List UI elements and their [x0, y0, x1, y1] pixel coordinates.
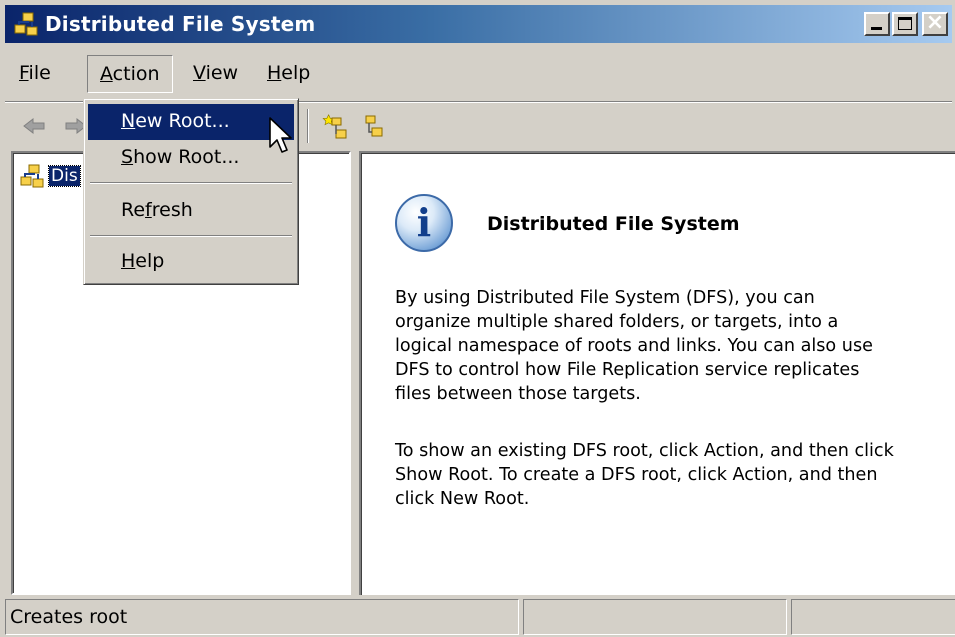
menu-item-refresh[interactable]: Refresh	[88, 193, 294, 229]
dfs-app-icon	[13, 11, 39, 37]
status-text: Creates root	[5, 599, 519, 635]
menu-file-mnemonic: F	[19, 62, 29, 84]
minimize-icon	[871, 27, 882, 30]
dfs-window: Distributed File System × File Action Vi…	[0, 0, 955, 637]
menu-action-label: ction	[112, 63, 160, 85]
close-icon: ×	[925, 10, 945, 35]
tree-root-node[interactable]: Dis	[19, 163, 81, 189]
menu-item-refresh-mnemonic: f	[145, 199, 152, 221]
menu-item-new-root[interactable]: New Root...	[88, 104, 294, 140]
menu-view-label: iew	[205, 62, 239, 84]
menu-item-show-root[interactable]: Show Root...	[88, 140, 294, 176]
menu-separator-2	[90, 235, 292, 237]
tree-root-label: Dis	[48, 165, 81, 187]
show-root-icon	[365, 115, 383, 137]
menu-item-new-root-label: ew Root...	[135, 110, 230, 132]
new-root-icon	[322, 114, 347, 139]
mouse-cursor-icon	[269, 117, 292, 153]
new-root-toolbar-button[interactable]	[321, 111, 351, 141]
menu-help[interactable]: Help	[255, 55, 322, 93]
menu-item-help-mnemonic: H	[121, 250, 136, 272]
menu-item-show-root-mnemonic: S	[121, 146, 134, 168]
info-paragraph-2: To show an existing DFS root, click Acti…	[395, 441, 894, 509]
menu-view[interactable]: View	[181, 55, 250, 93]
menu-action-mnemonic: A	[100, 63, 113, 85]
info-icon: i	[395, 194, 453, 252]
info-title: Distributed File System	[487, 213, 740, 235]
menu-separator-1	[90, 182, 292, 184]
back-arrow-icon	[23, 117, 45, 135]
status-panel-2	[523, 599, 787, 635]
action-menu-dropdown: New Root... Show Root... Refresh Help	[83, 98, 299, 285]
menu-item-help[interactable]: Help	[88, 244, 294, 280]
caption-buttons: ×	[864, 10, 948, 36]
menu-item-refresh-pre: Re	[121, 199, 146, 221]
show-root-toolbar-button[interactable]	[359, 111, 389, 141]
menu-view-mnemonic: V	[193, 62, 206, 84]
menu-item-new-root-mnemonic: N	[121, 110, 136, 132]
info-paragraph-1: By using Distributed File System (DFS), …	[395, 288, 873, 404]
menu-item-show-root-label: how Root...	[133, 146, 240, 168]
menu-help-label: elp	[281, 62, 311, 84]
menu-file-label: ile	[28, 62, 51, 84]
window-title: Distributed File System	[45, 12, 316, 36]
menu-action[interactable]: Action	[87, 55, 173, 93]
menu-file[interactable]: File	[7, 55, 63, 93]
maximize-icon	[898, 17, 912, 30]
status-bar: Creates root	[5, 599, 955, 635]
back-button[interactable]	[19, 111, 49, 141]
status-panel-3	[791, 599, 955, 635]
menu-bar: File Action View Help	[5, 45, 952, 99]
title-bar[interactable]: Distributed File System ×	[5, 5, 952, 43]
dfs-root-icon	[20, 164, 44, 188]
minimize-button[interactable]	[864, 12, 890, 36]
maximize-button[interactable]	[892, 12, 918, 36]
menu-item-refresh-label: resh	[151, 199, 193, 221]
menu-item-help-label: elp	[135, 250, 165, 272]
menu-help-mnemonic: H	[267, 62, 282, 84]
toolbar-separator	[307, 109, 309, 143]
close-button[interactable]: ×	[922, 10, 948, 36]
